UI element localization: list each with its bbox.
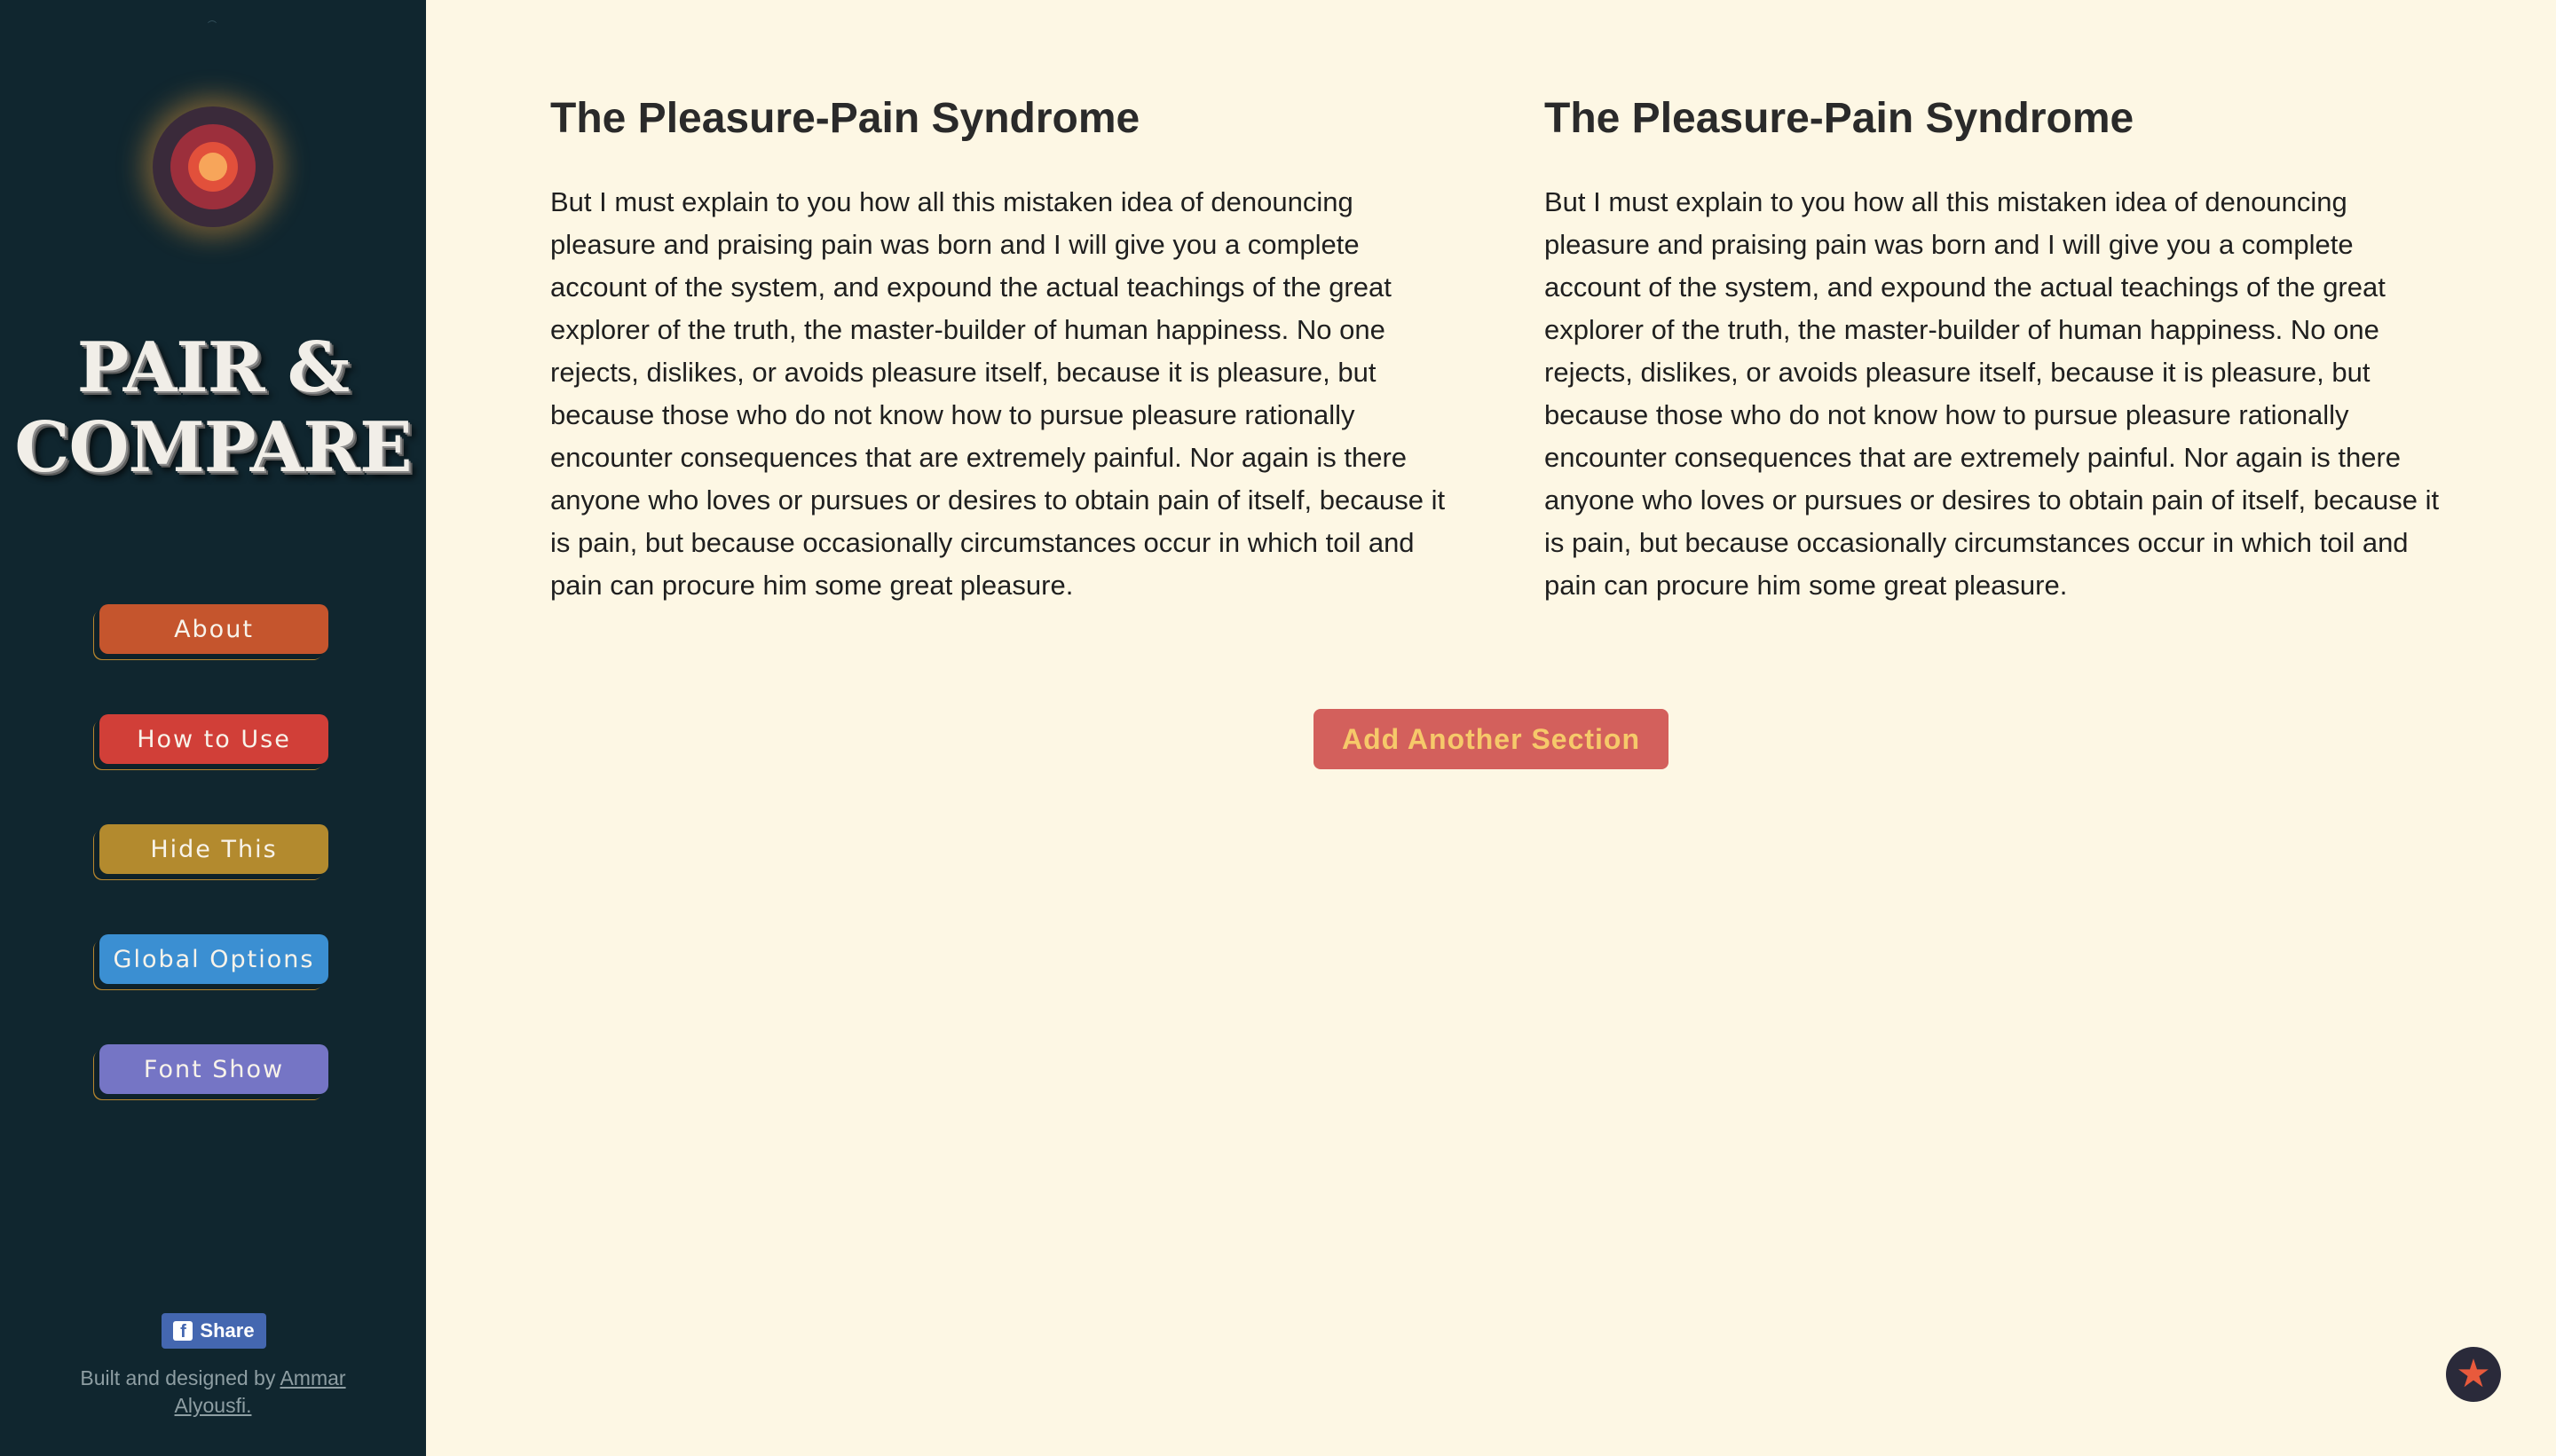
- decorative-mark-icon: ⌒: [208, 21, 217, 31]
- section-left: The Pleasure-Pain Syndrome But I must ex…: [550, 89, 1456, 607]
- brand-title: PAIR & COMPARE: [0, 328, 426, 488]
- global-options-button[interactable]: Global Options: [99, 934, 328, 984]
- section-body: But I must explain to you how all this m…: [1544, 186, 2440, 601]
- section-title: The Pleasure-Pain Syndrome: [1544, 95, 2134, 142]
- about-button[interactable]: About: [99, 604, 328, 654]
- share-label: Share: [200, 1319, 255, 1342]
- star-icon[interactable]: ★: [2446, 1347, 2501, 1402]
- facebook-icon: f: [173, 1321, 193, 1341]
- add-another-section-button[interactable]: Add Another Section: [1314, 709, 1668, 769]
- logo-icon: [153, 106, 273, 227]
- font-show-button[interactable]: Font Show: [99, 1044, 328, 1094]
- section-right: The Pleasure-Pain Syndrome But I must ex…: [1544, 89, 2450, 607]
- section-title: The Pleasure-Pain Syndrome: [550, 95, 1140, 142]
- brand-line-2: COMPARE: [14, 407, 412, 488]
- sidebar: ⌒ PAIR & COMPARE About How to Use Hide T…: [0, 0, 426, 1456]
- how-to-use-button[interactable]: How to Use: [99, 714, 328, 764]
- credit-text: Built and designed by Ammar Alyousfi.: [53, 1365, 373, 1420]
- hide-this-button[interactable]: Hide This: [99, 824, 328, 874]
- share-button[interactable]: f Share: [162, 1313, 266, 1349]
- credit-prefix: Built and designed by: [80, 1366, 280, 1389]
- brand-line-1: PAIR &: [76, 327, 350, 408]
- section-body: But I must explain to you how all this m…: [550, 186, 1446, 601]
